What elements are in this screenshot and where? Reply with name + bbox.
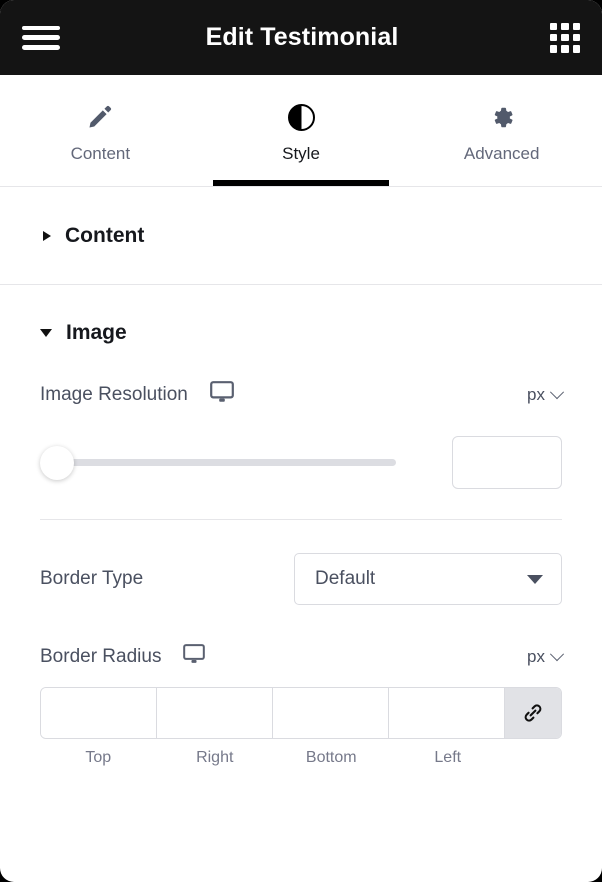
gear-icon — [488, 103, 515, 131]
border-type-row: Border Type Default — [40, 550, 562, 608]
border-type-select[interactable]: Default — [294, 553, 562, 605]
image-resolution-unit-selector[interactable]: px — [527, 384, 565, 405]
grid-cell — [550, 22, 558, 30]
grid-apps-icon[interactable] — [550, 22, 580, 53]
border-radius-field-labels: Top Right Bottom Left — [40, 749, 562, 767]
border-radius-left-label: Left — [434, 749, 462, 766]
image-resolution-slider[interactable] — [40, 445, 428, 480]
grid-cell — [561, 45, 569, 53]
triangle-right-icon — [43, 230, 51, 241]
image-resolution-input[interactable] — [452, 436, 562, 489]
tab-bar: Content Style Advanced — [0, 75, 602, 187]
grid-cell — [550, 45, 558, 53]
tab-label: Content — [70, 144, 131, 163]
image-section-body: Image Resolution px Border Type Default … — [0, 381, 602, 882]
grid-cell — [572, 22, 580, 30]
grid-cell — [561, 22, 569, 30]
border-radius-inputs — [40, 687, 562, 739]
page-title: Edit Testimonial — [205, 23, 399, 51]
unit-label: px — [527, 384, 545, 404]
grid-cell — [561, 33, 569, 42]
tab-label: Style — [282, 144, 320, 163]
image-resolution-row: Image Resolution px — [40, 381, 565, 408]
tab-content[interactable]: Content — [0, 75, 201, 186]
desktop-monitor-icon[interactable] — [183, 644, 206, 669]
panel-header: Edit Testimonial — [0, 0, 602, 75]
slider-thumb[interactable] — [40, 445, 74, 480]
grid-cell — [572, 33, 580, 42]
section-title: Content — [65, 223, 145, 247]
unit-label: px — [527, 646, 545, 666]
link-chain-icon[interactable] — [505, 688, 561, 738]
desktop-monitor-icon[interactable] — [209, 381, 234, 408]
slider-track — [42, 459, 396, 466]
border-radius-top-input[interactable] — [41, 688, 157, 738]
border-radius-left-input[interactable] — [389, 688, 505, 738]
image-resolution-label: Image Resolution — [40, 383, 188, 405]
border-radius-right-input[interactable] — [157, 688, 273, 738]
section-title: Image — [66, 321, 127, 344]
border-radius-label: Border Radius — [40, 645, 162, 667]
border-type-label: Border Type — [40, 568, 144, 589]
tab-advanced[interactable]: Advanced — [401, 75, 602, 186]
border-type-selected-value: Default — [315, 568, 376, 589]
image-resolution-slider-row — [40, 436, 562, 489]
divider — [40, 519, 562, 520]
edit-testimonial-panel: Edit Testimonial Content Style Advanced … — [0, 0, 602, 882]
section-header-image[interactable]: Image — [0, 285, 602, 381]
contrast-icon — [287, 103, 315, 131]
border-radius-bottom-input[interactable] — [273, 688, 389, 738]
tab-label: Advanced — [463, 144, 540, 163]
border-radius-unit-selector[interactable]: px — [527, 646, 565, 667]
tab-style[interactable]: Style — [201, 75, 402, 186]
grid-cell — [572, 45, 580, 53]
chevron-down-icon — [549, 646, 565, 661]
caret-down-icon — [527, 574, 543, 584]
grid-cell — [550, 33, 558, 42]
chevron-down-icon — [549, 384, 565, 399]
border-radius-row: Border Radius px — [40, 644, 565, 669]
triangle-down-icon — [40, 329, 52, 337]
section-header-content[interactable]: Content — [0, 187, 602, 285]
border-radius-top-label: Top — [85, 749, 112, 766]
border-radius-right-label: Right — [196, 749, 234, 766]
border-radius-bottom-label: Bottom — [305, 749, 357, 766]
pencil-icon — [87, 103, 113, 131]
